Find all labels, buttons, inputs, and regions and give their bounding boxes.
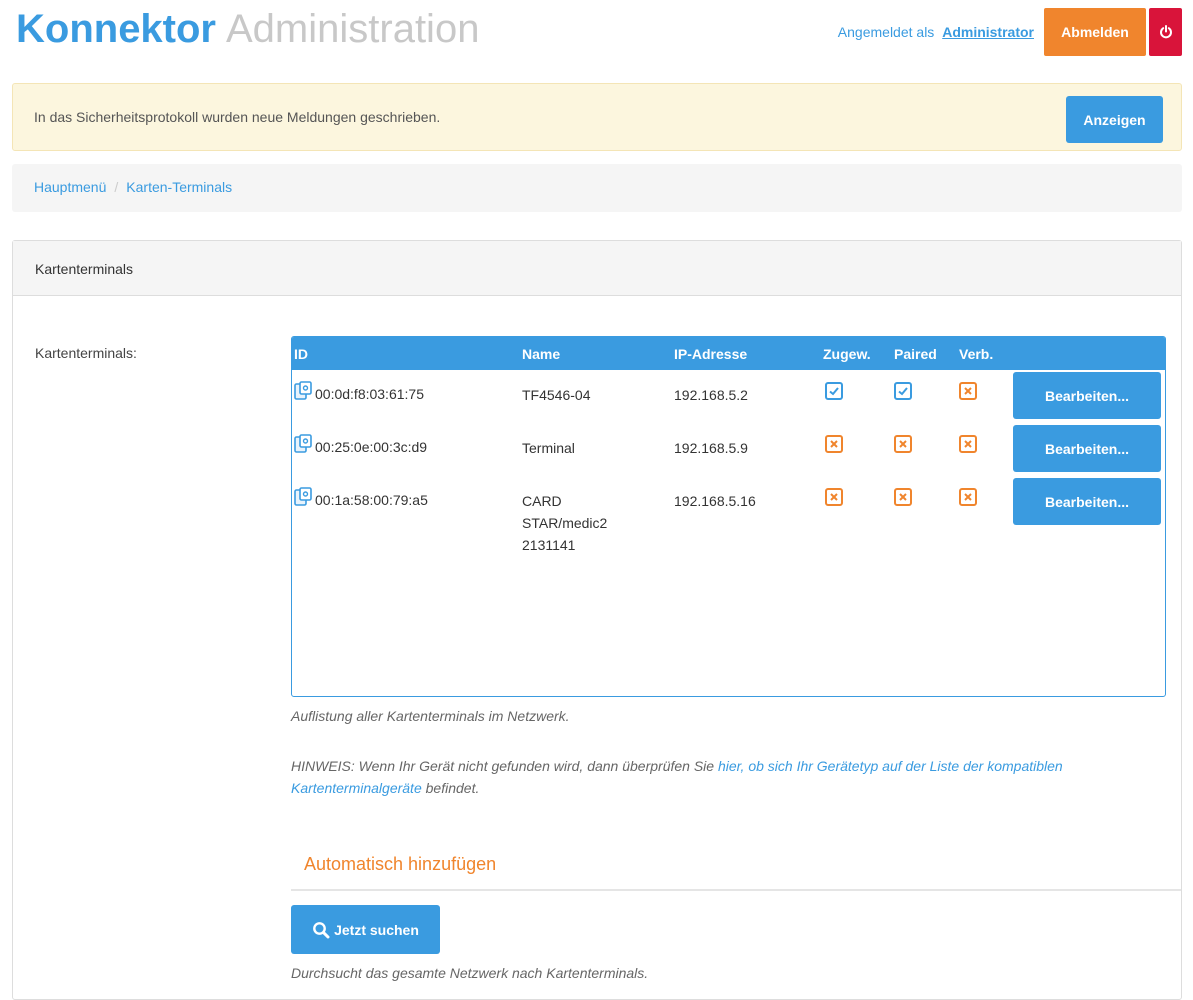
security-alert: In das Sicherheitsprotokoll wurden neue … [12,83,1182,151]
show-button[interactable]: Anzeigen [1066,96,1163,143]
terminal-id-cell: 00:0d:f8:03:61:75 [294,380,424,402]
connected-cross-icon [959,488,977,506]
search-help-text: Durchsucht das gesamte Netzwerk nach Kar… [291,965,649,981]
edit-button[interactable]: Bearbeiten... [1013,478,1161,525]
table-row[interactable]: 00:25:0e:00:3c:d9 Terminal 192.168.5.9 B… [292,423,1165,476]
logged-in-text: Angemeldet als Administrator [838,24,1034,40]
breadcrumb: Hauptmenü / Karten-Terminals [12,164,1182,212]
connected-cross-icon [959,382,977,400]
table-help-text: Auflistung aller Kartenterminals im Netz… [291,708,570,724]
terminal-id: 00:25:0e:00:3c:d9 [315,439,428,455]
terminal-id: 00:0d:f8:03:61:75 [315,386,424,402]
assigned-check-icon [825,382,843,400]
user-box: Angemeldet als Administrator Abmelden [838,8,1182,56]
search-now-button[interactable]: Jetzt suchen [291,905,440,954]
terminals-table: ID Name IP-Adresse Zugew. Paired Verb. 0… [291,336,1166,697]
panel-title: Kartenterminals [13,241,1181,296]
col-paired: Paired [894,346,937,362]
brand-light: Administration [226,7,480,51]
paired-cross-icon [894,488,912,506]
card-terminal-icon [294,381,312,400]
col-ip: IP-Adresse [674,346,748,362]
breadcrumb-separator: / [114,179,119,195]
terminal-name: CARD STAR/medic2 2131141 [522,493,608,553]
terminals-field-label: Kartenterminals: [35,345,137,361]
table-row[interactable]: 00:1a:58:00:79:a5 CARD STAR/medic2 21311… [292,476,1165,576]
assigned-cross-icon [825,435,843,453]
breadcrumb-card-terminals[interactable]: Karten-Terminals [126,179,232,195]
terminal-name: TF4546-04 [522,387,591,403]
col-id: ID [294,346,308,362]
search-icon [312,921,330,939]
terminal-ip: 192.168.5.16 [674,493,756,509]
search-now-label: Jetzt suchen [334,921,419,938]
terminal-ip: 192.168.5.2 [674,387,748,403]
terminal-id: 00:1a:58:00:79:a5 [315,492,428,508]
user-link[interactable]: Administrator [942,24,1034,40]
paired-cross-icon [894,435,912,453]
assigned-cross-icon [825,488,843,506]
terminals-panel: Kartenterminals Kartenterminals: ID Name… [12,240,1182,1000]
header: Konnektor Administration Angemeldet als A… [12,4,1182,56]
terminal-name: Terminal [522,440,575,456]
col-name: Name [522,346,561,362]
edit-button[interactable]: Bearbeiten... [1013,425,1161,472]
col-connected: Verb. [959,346,994,362]
card-terminal-icon [294,487,312,506]
terminal-ip: 192.168.5.9 [674,440,748,456]
connected-cross-icon [959,435,977,453]
card-terminal-icon [294,434,312,453]
power-button[interactable] [1149,8,1182,56]
breadcrumb-main-menu[interactable]: Hauptmenü [34,179,106,195]
auto-add-title: Automatisch hinzufügen [304,854,497,874]
power-icon [1159,25,1172,39]
logged-in-prefix: Angemeldet als [837,24,935,40]
hint-text: HINWEIS: Wenn Ihr Gerät nicht gefunden w… [291,755,1151,799]
table-header: ID Name IP-Adresse Zugew. Paired Verb. [292,337,1165,370]
brand-strong: Konnektor [16,7,216,51]
auto-add-section: Automatisch hinzufügen [291,841,1181,891]
edit-button[interactable]: Bearbeiten... [1013,372,1161,419]
app-title: Konnektor Administration [16,4,479,54]
hint-prefix: HINWEIS: Wenn Ihr Gerät nicht gefunden w… [291,758,718,774]
table-row[interactable]: 00:0d:f8:03:61:75 TF4546-04 192.168.5.2 … [292,370,1165,423]
col-assigned: Zugew. [823,346,871,362]
logout-button[interactable]: Abmelden [1044,8,1146,56]
hint-suffix: befindet. [421,780,480,796]
terminal-id-cell: 00:25:0e:00:3c:d9 [294,433,427,455]
alert-message: In das Sicherheitsprotokoll wurden neue … [34,109,441,125]
paired-check-icon [894,382,912,400]
terminal-id-cell: 00:1a:58:00:79:a5 [294,486,428,508]
